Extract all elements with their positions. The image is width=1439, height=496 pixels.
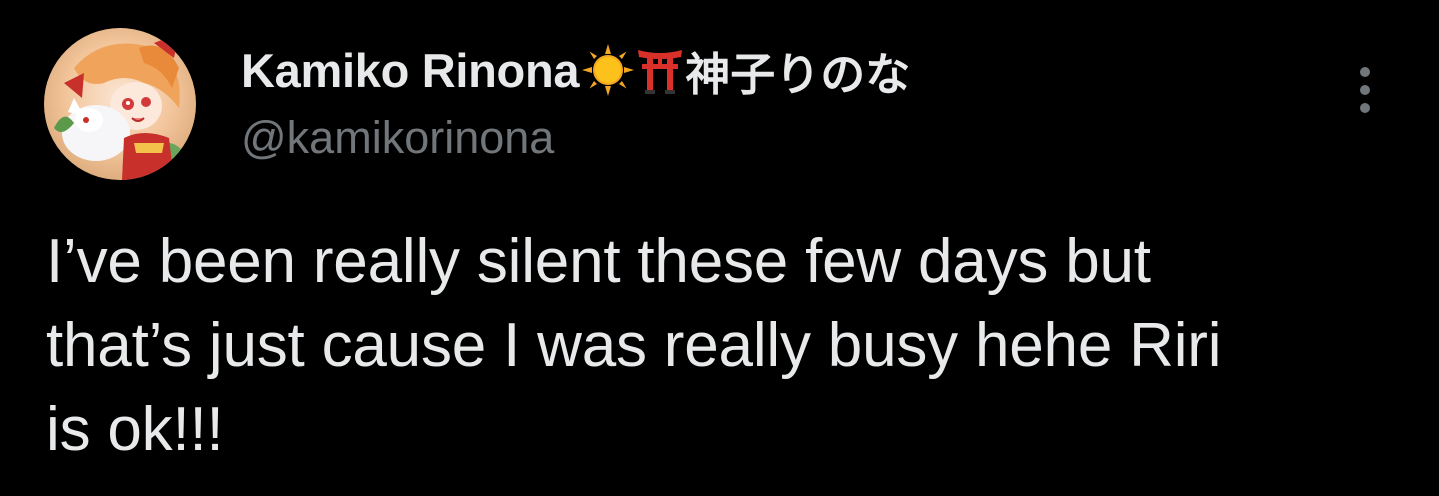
more-vertical-icon-dot xyxy=(1360,103,1370,113)
sun-emoji xyxy=(581,43,635,97)
display-name-japanese[interactable]: 神子りのな xyxy=(685,38,910,103)
tweet-text: I’ve been really silent these few days b… xyxy=(46,220,1406,472)
tweet-text-line: is ok!!! xyxy=(46,395,224,464)
avatar-image xyxy=(44,28,196,180)
more-vertical-icon-dot xyxy=(1360,85,1370,95)
tweet-text-line: I’ve been really silent these few days b… xyxy=(46,227,1151,296)
display-name[interactable]: Kamiko Rinona xyxy=(241,43,580,98)
tweet-text-line: that’s just cause I was really busy hehe… xyxy=(46,311,1222,380)
author-handle[interactable]: @kamikorinona xyxy=(241,112,554,164)
more-vertical-icon xyxy=(1360,67,1370,77)
more-options-button[interactable] xyxy=(1340,58,1390,122)
author-name-row[interactable]: Kamiko Rinona 神子りのな xyxy=(241,38,910,102)
tweet-card[interactable]: Kamiko Rinona 神子りのな @kamikorinona I’ve b… xyxy=(0,0,1439,496)
avatar[interactable] xyxy=(44,28,196,180)
torii-emoji xyxy=(637,45,683,95)
